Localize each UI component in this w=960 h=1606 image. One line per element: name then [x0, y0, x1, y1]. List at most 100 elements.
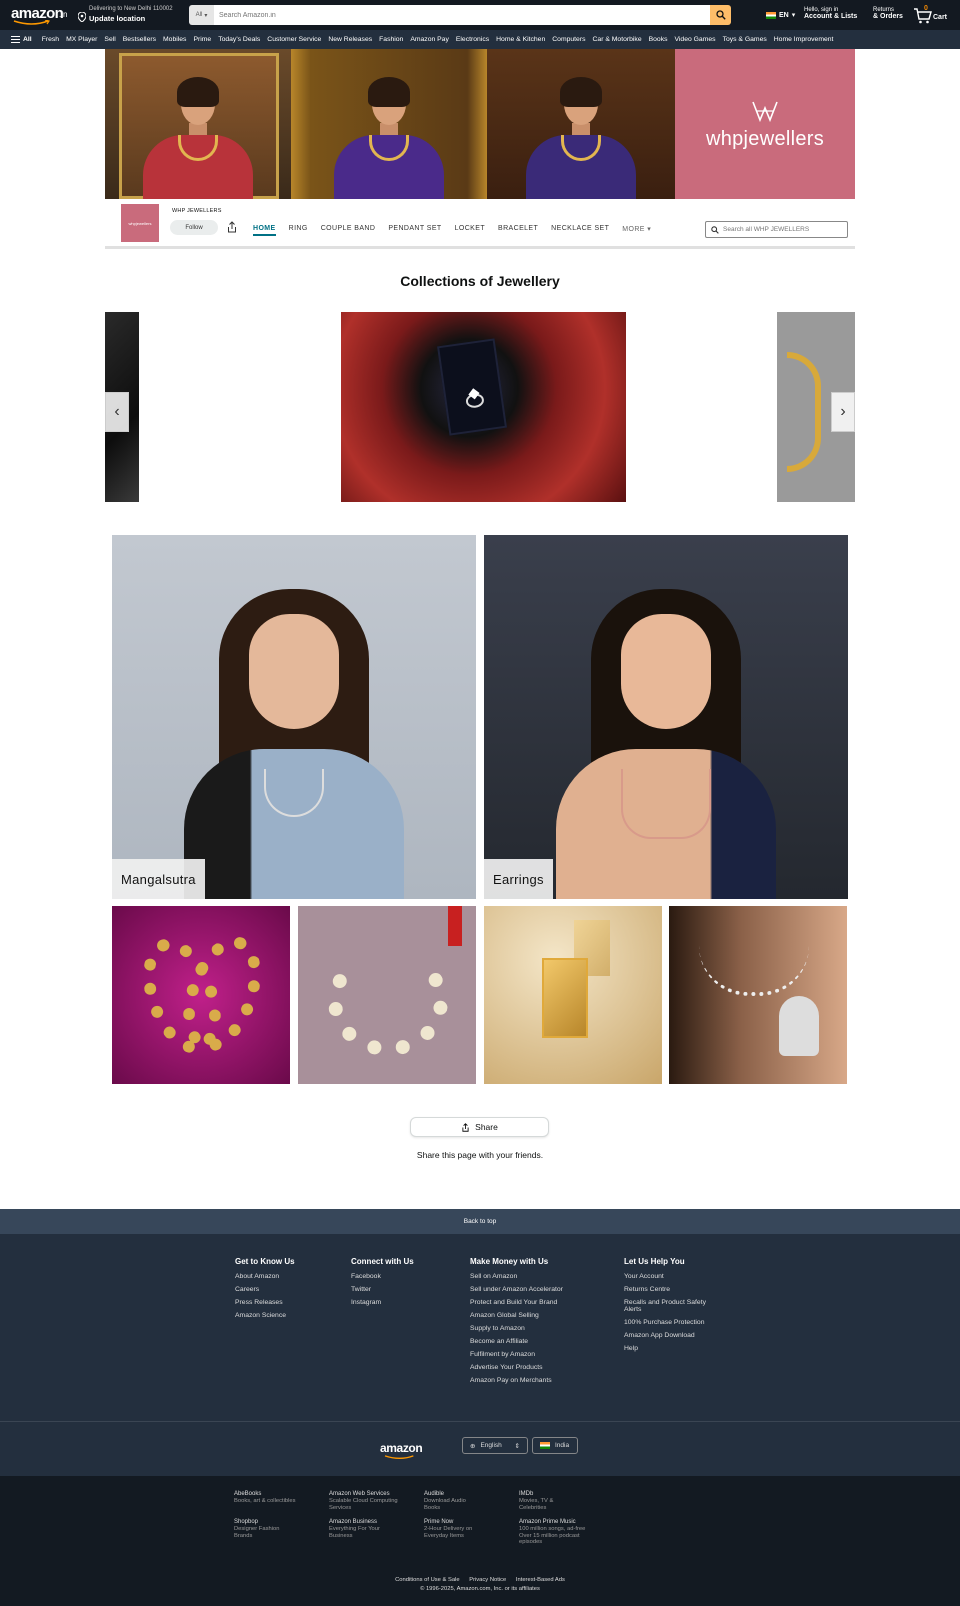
footer-link[interactable]: Recalls and Product Safety Alerts: [624, 1299, 724, 1314]
footer-link[interactable]: Amazon App Download: [624, 1332, 724, 1339]
subnav-item[interactable]: New Releases: [328, 36, 372, 43]
subnav-item[interactable]: Bestsellers: [123, 36, 156, 43]
returns-and-orders[interactable]: Returns & Orders: [873, 7, 903, 20]
subnav-item[interactable]: Fresh: [42, 36, 59, 43]
subnav-item[interactable]: Electronics: [456, 36, 489, 43]
all-menu-label: All: [23, 36, 32, 43]
subnav-item[interactable]: Home Improvement: [774, 36, 834, 43]
footer-link[interactable]: Careers: [235, 1286, 305, 1293]
amazon-logo[interactable]: amazon .in: [11, 4, 69, 26]
store-tab-ring[interactable]: RING: [289, 225, 308, 236]
store-nav-tabs: HOME RING COUPLE BAND PENDANT SET LOCKET…: [253, 225, 651, 236]
footer-service[interactable]: AbeBooks Books, art & collectibles: [234, 1491, 314, 1505]
footer-link[interactable]: Advertise Your Products: [470, 1364, 580, 1371]
legal-link[interactable]: Conditions of Use & Sale: [395, 1577, 459, 1583]
subnav-item[interactable]: Home & Kitchen: [496, 36, 545, 43]
category-tile-gold-coin[interactable]: [484, 906, 662, 1084]
subnav-item[interactable]: Toys & Games: [723, 36, 767, 43]
service-title: Amazon Web Services: [329, 1491, 390, 1497]
category-tile-necklace[interactable]: [298, 906, 476, 1084]
footer-service[interactable]: Amazon Web Services Scalable Cloud Comput…: [329, 1491, 399, 1511]
footer-language-select[interactable]: ⊕ English ⇕: [462, 1437, 528, 1454]
language-selector[interactable]: EN ▾: [766, 11, 795, 19]
store-tab-necklace-set[interactable]: NECKLACE SET: [551, 225, 609, 236]
footer-link[interactable]: 100% Purchase Protection: [624, 1319, 724, 1326]
carousel-next-button[interactable]: ›: [831, 392, 855, 432]
store-tab-locket[interactable]: LOCKET: [455, 225, 485, 236]
legal-link[interactable]: Interest-Based Ads: [516, 1577, 565, 1583]
store-name[interactable]: WHP JEWELLERS: [172, 208, 222, 214]
subnav-item[interactable]: Prime: [193, 36, 211, 43]
store-logo[interactable]: whpjewellers: [121, 204, 159, 242]
subnav-item[interactable]: Today's Deals: [218, 36, 260, 43]
footer-link[interactable]: Sell on Amazon: [470, 1273, 580, 1280]
cart-button[interactable]: 0 Cart: [914, 5, 954, 25]
category-tile-mangalsutra[interactable]: Mangalsutra: [112, 535, 476, 899]
subnav-item[interactable]: Mobiles: [163, 36, 186, 43]
footer-link[interactable]: Twitter: [351, 1286, 421, 1293]
store-hero-banner: whpjewellers: [105, 49, 855, 199]
footer-link[interactable]: Your Account: [624, 1273, 724, 1280]
subnav-item[interactable]: Amazon Pay: [410, 36, 449, 43]
subnav-item[interactable]: Computers: [552, 36, 585, 43]
footer-link[interactable]: Returns Centre: [624, 1286, 724, 1293]
footer-link[interactable]: Amazon Science: [235, 1312, 305, 1319]
share-page-button[interactable]: Share: [410, 1117, 549, 1137]
footer-country-select[interactable]: India: [532, 1437, 578, 1454]
footer-service[interactable]: Prime Now 2-Hour Delivery on Everyday Ite…: [424, 1519, 484, 1539]
carousel-prev-button[interactable]: ‹: [105, 392, 129, 432]
back-to-top-button[interactable]: Back to top: [0, 1209, 960, 1234]
category-tile-earrings[interactable]: Earrings: [484, 535, 848, 899]
subnav-item[interactable]: Car & Motorbike: [593, 36, 642, 43]
search-category-select[interactable]: All ▾: [189, 5, 214, 25]
store-tab-pendant-set[interactable]: PENDANT SET: [388, 225, 441, 236]
share-icon[interactable]: [226, 221, 238, 233]
footer-link[interactable]: Supply to Amazon: [470, 1325, 580, 1332]
store-tab-more[interactable]: MORE ▾: [622, 225, 651, 236]
hero-model-photo: [105, 49, 291, 199]
carousel-slide-current[interactable]: [341, 312, 626, 502]
service-title: Audible: [424, 1491, 445, 1497]
footer-amazon-logo[interactable]: amazon: [380, 1441, 423, 1459]
category-tile-bangles[interactable]: [112, 906, 290, 1084]
account-and-lists[interactable]: Hello, sign in Account & Lists: [804, 7, 857, 20]
search-input[interactable]: [214, 5, 710, 25]
up-down-caret-icon: ⇕: [514, 1442, 520, 1450]
store-search-input[interactable]: [723, 226, 843, 233]
deliver-to-location[interactable]: Delivering to New Delhi 110002 Update lo…: [78, 6, 188, 26]
subnav-item[interactable]: Customer Service: [267, 36, 321, 43]
footer-service[interactable]: Shopbop Designer Fashion Brands: [234, 1519, 294, 1539]
store-tab-couple-band[interactable]: COUPLE BAND: [321, 225, 376, 236]
footer-link[interactable]: Instagram: [351, 1299, 421, 1306]
store-tab-home[interactable]: HOME: [253, 225, 276, 236]
subnav-item[interactable]: Sell: [104, 36, 115, 43]
footer-service[interactable]: Audible Download Audio Books: [424, 1491, 474, 1511]
footer-link[interactable]: Amazon Global Selling: [470, 1312, 580, 1319]
footer-locale-bar: amazon ⊕ English ⇕ India: [0, 1421, 960, 1476]
footer-link[interactable]: Become an Affiliate: [470, 1338, 580, 1345]
footer-link[interactable]: Fulfilment by Amazon: [470, 1351, 580, 1358]
hero-model-photo: [291, 49, 487, 199]
subnav-item[interactable]: Fashion: [379, 36, 403, 43]
footer-service[interactable]: Amazon Prime Music 100 million songs, ad-…: [519, 1519, 589, 1546]
footer-service[interactable]: IMDb Movies, TV & Celebrities: [519, 1491, 574, 1511]
footer-service[interactable]: Amazon Business Everything For Your Busin…: [329, 1519, 389, 1539]
footer-link[interactable]: About Amazon: [235, 1273, 305, 1280]
footer-link[interactable]: Press Releases: [235, 1299, 305, 1306]
footer-link[interactable]: Amazon Pay on Merchants: [470, 1377, 580, 1384]
subnav-item[interactable]: MX Player: [66, 36, 97, 43]
legal-link[interactable]: Privacy Notice: [469, 1577, 506, 1583]
subnav-item[interactable]: Video Games: [675, 36, 716, 43]
subnav-item[interactable]: Books: [649, 36, 668, 43]
all-menu-button[interactable]: All: [11, 36, 32, 43]
footer-link[interactable]: Help: [624, 1345, 724, 1352]
category-tile-ear-chain[interactable]: [669, 906, 847, 1084]
search-button[interactable]: [710, 5, 731, 25]
store-tab-bracelet[interactable]: BRACELET: [498, 225, 538, 236]
service-desc: Download Audio Books: [424, 1497, 466, 1511]
globe-icon: ⊕: [470, 1442, 476, 1450]
footer-link[interactable]: Sell under Amazon Accelerator: [470, 1286, 580, 1293]
footer-link[interactable]: Facebook: [351, 1273, 421, 1280]
footer-link[interactable]: Protect and Build Your Brand: [470, 1299, 580, 1306]
follow-button[interactable]: Follow: [170, 220, 218, 235]
